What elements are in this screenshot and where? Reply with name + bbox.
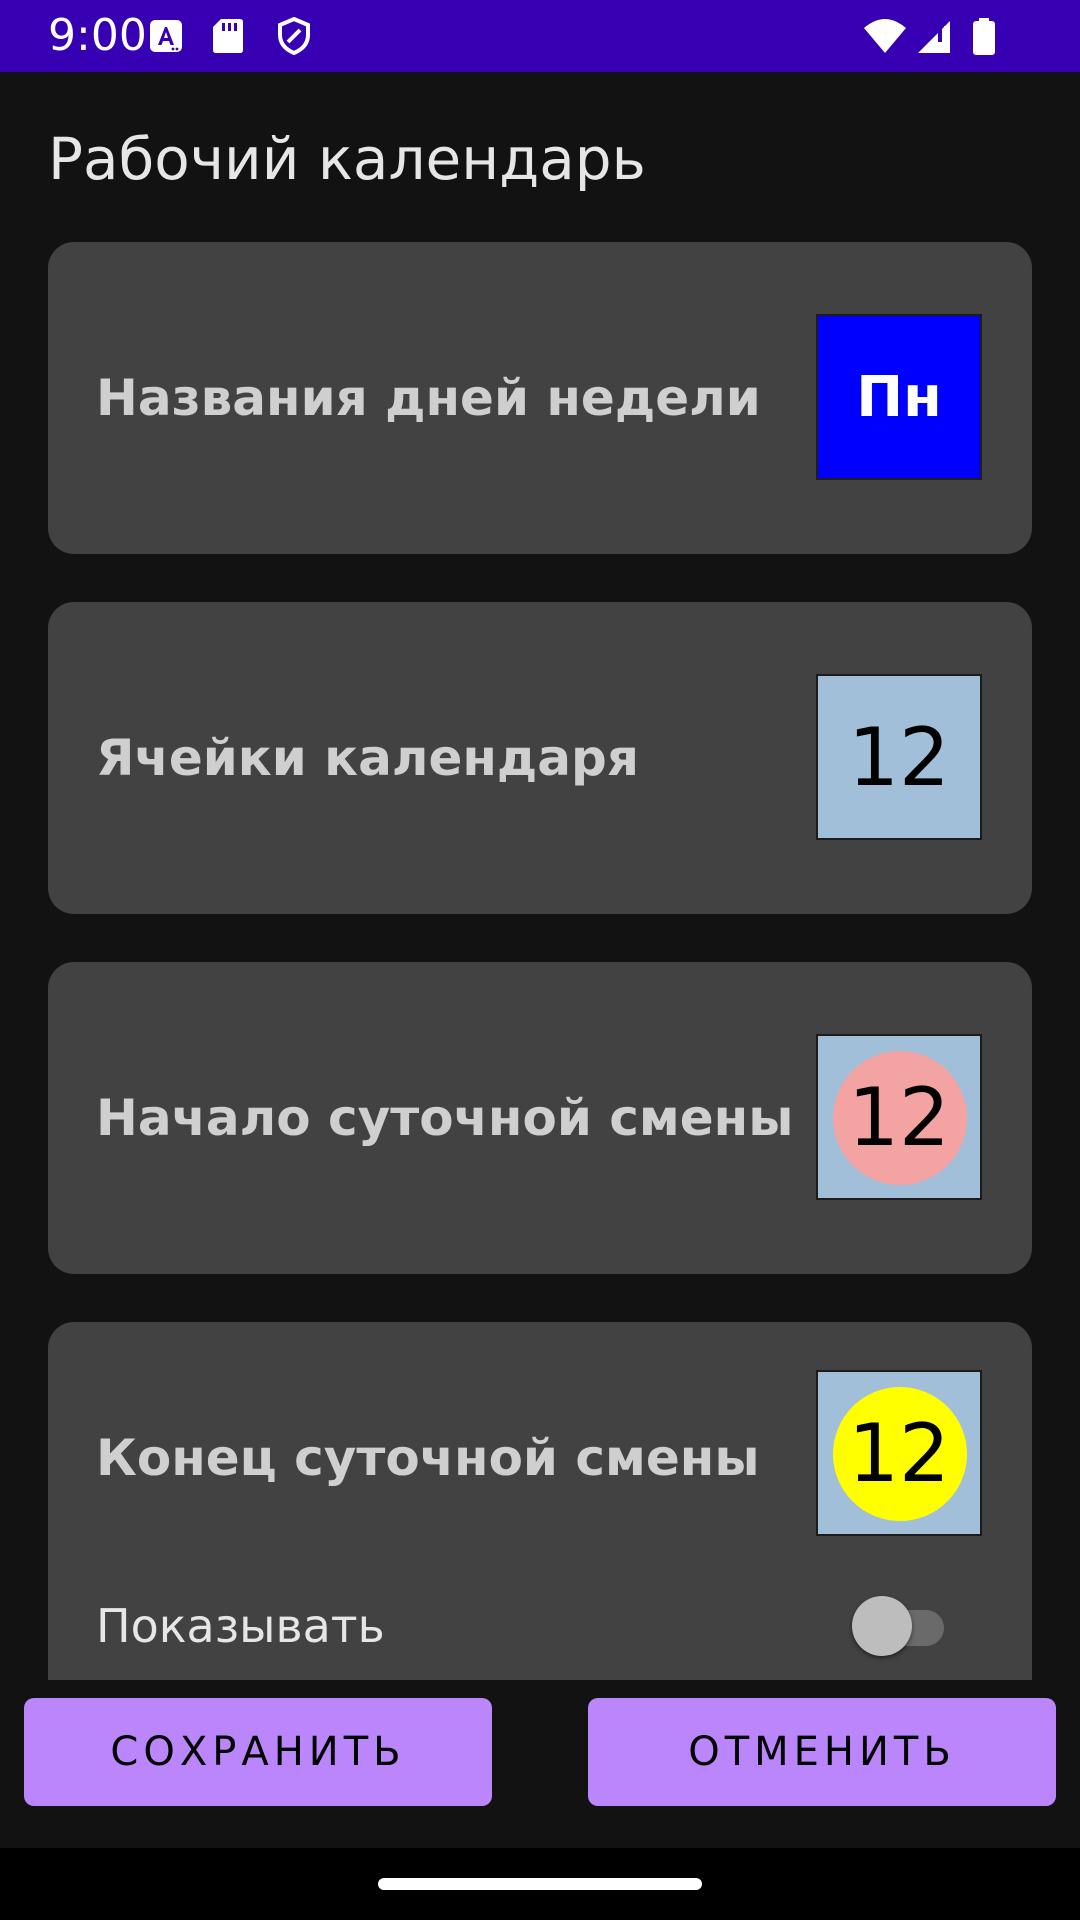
- card-label: Ячейки календаря: [96, 729, 639, 787]
- weekday-color-preview[interactable]: Пн: [816, 314, 982, 480]
- sd-card-icon: [208, 16, 248, 56]
- preview-text: 12: [848, 1406, 950, 1500]
- card-label: Начало суточной смены: [96, 1089, 794, 1147]
- card-label: Конец суточной смены: [96, 1429, 760, 1487]
- show-toggle-switch[interactable]: [852, 1596, 952, 1656]
- signal-icon: [914, 16, 954, 56]
- card-shift-end[interactable]: Конец суточной смены 12 Показывать: [48, 1322, 1032, 1680]
- card-shift-start[interactable]: Начало суточной смены 12: [48, 962, 1032, 1274]
- card-label: Названия дней недели: [96, 369, 761, 427]
- navigation-bar: [0, 1848, 1080, 1920]
- preview-text: Пн: [856, 364, 942, 430]
- shift-start-color-preview[interactable]: 12: [816, 1034, 982, 1200]
- show-switch-label: Показывать: [96, 1599, 385, 1653]
- status-bar: 9:00: [0, 0, 1080, 72]
- screen: 9:00 Рабочий календарь Названия дней нед…: [0, 0, 1080, 1920]
- switch-thumb: [852, 1596, 912, 1656]
- battery-icon: [964, 16, 1004, 56]
- cell-color-preview[interactable]: 12: [816, 674, 982, 840]
- preview-text: 12: [848, 1070, 950, 1164]
- cancel-button[interactable]: ОТМЕНИТЬ: [588, 1698, 1056, 1806]
- card-weekday-names[interactable]: Названия дней недели Пн: [48, 242, 1032, 554]
- home-gesture-handle[interactable]: [378, 1878, 702, 1890]
- status-time: 9:00: [48, 10, 147, 61]
- shift-end-color-preview[interactable]: 12: [816, 1370, 982, 1536]
- wifi-icon: [862, 16, 908, 56]
- settings-scroll-area[interactable]: Названия дней недели Пн Ячейки календаря…: [0, 72, 1080, 1680]
- font-notification-icon: [146, 16, 186, 56]
- preview-text: 12: [848, 710, 950, 804]
- bottom-button-bar: СОХРАНИТЬ ОТМЕНИТЬ: [0, 1680, 1080, 1848]
- card-calendar-cells[interactable]: Ячейки календаря 12: [48, 602, 1032, 914]
- save-button[interactable]: СОХРАНИТЬ: [24, 1698, 492, 1806]
- shield-icon: [274, 16, 314, 56]
